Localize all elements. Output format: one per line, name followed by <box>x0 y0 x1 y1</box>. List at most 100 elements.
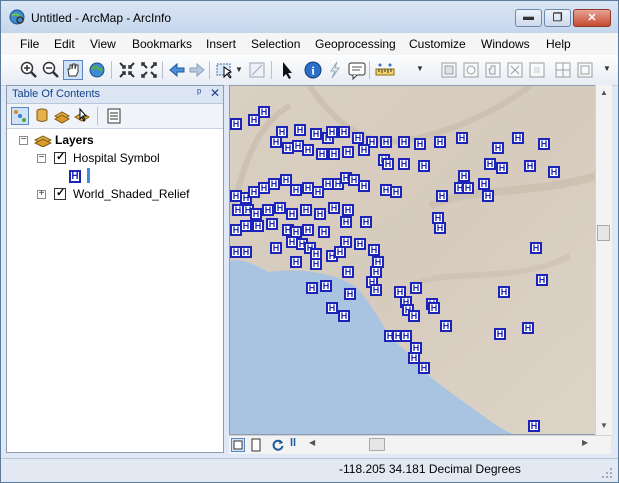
toc-tool-separator <box>97 107 98 125</box>
data-view-icon[interactable] <box>231 438 245 452</box>
vertical-scroll-thumb[interactable] <box>597 225 610 241</box>
list-by-source-icon[interactable] <box>33 107 51 125</box>
hospital-marker: H <box>434 222 446 234</box>
options-icon[interactable] <box>105 107 123 125</box>
scroll-up-arrow[interactable]: ▲ <box>600 88 608 97</box>
menu-view[interactable]: View <box>90 37 116 51</box>
hospital-marker: H <box>310 128 322 140</box>
close-button[interactable]: ✕ <box>573 9 611 27</box>
minimize-button[interactable]: ▬ <box>515 9 542 27</box>
back-extent-icon[interactable] <box>167 60 187 80</box>
scroll-right-arrow[interactable]: ▶ <box>582 438 588 447</box>
pin-icon[interactable]: ᵖ <box>197 87 201 99</box>
hospital-layer-expander[interactable]: − <box>37 152 46 163</box>
arcmap-globe-icon <box>9 9 25 25</box>
toolbar-overflow-arrow-2[interactable]: ▼ <box>603 64 611 73</box>
hospital-marker: H <box>462 182 474 194</box>
menu-customize[interactable]: Customize <box>409 37 466 51</box>
html-popup-icon[interactable] <box>347 60 367 80</box>
menu-geoprocessing[interactable]: Geoprocessing <box>315 37 396 51</box>
hospital-marker: H <box>538 138 550 150</box>
hospital-marker: H <box>456 132 468 144</box>
layout-zoom-icon[interactable] <box>461 60 481 80</box>
hospital-marker: H <box>248 114 260 126</box>
hospital-marker: H <box>294 124 306 136</box>
toc-close-icon[interactable]: ✕ <box>210 86 220 100</box>
hospital-marker: H <box>300 204 312 216</box>
toc-header: Table Of Contents ᵖ ✕ <box>7 86 223 104</box>
hospital-marker: H <box>266 218 278 230</box>
layout-view-icon[interactable] <box>249 438 263 452</box>
list-by-drawing-order-icon[interactable] <box>11 107 29 125</box>
hospital-marker: H <box>528 420 540 432</box>
hospital-marker: H <box>370 284 382 296</box>
scroll-left-arrow[interactable]: ◀ <box>309 438 315 447</box>
title-bar[interactable]: Untitled - ArcMap - ArcInfo ▬ ❐ ✕ <box>1 1 618 33</box>
menu-bookmarks[interactable]: Bookmarks <box>132 37 192 51</box>
select-features-icon[interactable] <box>215 60 235 80</box>
map-view[interactable]: HHHHHHHHHHHHHHHHHHHHHHHHHHHHHHHHHHHHHHHH… <box>229 85 611 435</box>
resize-grip-icon[interactable] <box>601 467 613 479</box>
menu-help[interactable]: Help <box>546 37 571 51</box>
pan-icon[interactable] <box>63 60 83 80</box>
hospital-marker: H <box>522 322 534 334</box>
zoom-out-icon[interactable] <box>41 60 61 80</box>
toolbar-overflow-arrow[interactable]: ▼ <box>416 64 424 73</box>
menu-windows[interactable]: Windows <box>481 37 530 51</box>
hospital-marker: H <box>344 288 356 300</box>
scroll-down-arrow[interactable]: ▼ <box>600 421 608 430</box>
hospital-marker: H <box>418 362 430 374</box>
list-by-selection-icon[interactable] <box>73 107 91 125</box>
hospital-marker: H <box>536 274 548 286</box>
layers-expander[interactable]: − <box>19 134 28 145</box>
layout-zoom-whole-icon[interactable] <box>553 60 573 80</box>
menu-file[interactable]: File <box>20 37 39 51</box>
zoom-in-icon[interactable] <box>19 60 39 80</box>
menu-insert[interactable]: Insert <box>206 37 236 51</box>
select-dropdown-arrow[interactable]: ▼ <box>235 65 243 74</box>
vertical-scrollbar[interactable]: ▲ ▼ <box>595 85 612 435</box>
layout-zoom-100-icon[interactable] <box>575 60 595 80</box>
forward-extent-icon[interactable] <box>187 60 207 80</box>
layout-page-icon[interactable] <box>527 60 547 80</box>
fixed-zoom-out-icon[interactable] <box>139 60 159 80</box>
menu-selection[interactable]: Selection <box>251 37 300 51</box>
text-cursor <box>87 168 90 183</box>
restore-icon: ❐ <box>552 12 563 24</box>
arcmap-window: Untitled - ArcMap - ArcInfo ▬ ❐ ✕ File E… <box>0 0 619 483</box>
hospital-marker: H <box>290 184 302 196</box>
toolbar-separator <box>111 61 112 79</box>
hospital-layer-checkbox[interactable]: ✓ <box>54 151 66 164</box>
table-of-contents-panel: Table Of Contents ᵖ ✕ − Layers − ✓ Hospi… <box>6 85 224 453</box>
hospital-marker: H <box>390 186 402 198</box>
menu-edit[interactable]: Edit <box>54 37 75 51</box>
hyperlink-icon[interactable] <box>325 60 345 80</box>
layout-extent-icon[interactable] <box>505 60 525 80</box>
measure-icon[interactable] <box>375 60 395 80</box>
hospital-marker: H <box>524 160 536 172</box>
horizontal-scroll-thumb[interactable] <box>369 438 385 451</box>
hospital-layer-label[interactable]: Hospital Symbol <box>73 151 160 165</box>
clear-selection-icon[interactable] <box>247 60 267 80</box>
layout-pan-icon[interactable] <box>483 60 503 80</box>
hospital-marker: H <box>314 208 326 220</box>
hospital-marker: H <box>320 280 332 292</box>
hospital-marker: H <box>410 282 422 294</box>
window-title: Untitled - ArcMap - ArcInfo <box>31 11 172 25</box>
layout-tool-icon[interactable] <box>439 60 459 80</box>
select-elements-icon[interactable] <box>277 60 297 80</box>
relief-layer-label[interactable]: World_Shaded_Relief <box>73 187 190 201</box>
layers-root-label[interactable]: Layers <box>55 133 94 147</box>
tools-toolbar: ▼ i ▼ ▼ <box>1 55 618 86</box>
full-extent-icon[interactable] <box>87 60 107 80</box>
list-by-visibility-icon[interactable] <box>53 107 71 125</box>
relief-layer-expander[interactable]: + <box>37 188 46 199</box>
refresh-icon[interactable] <box>271 438 285 452</box>
restore-button[interactable]: ❐ <box>544 9 571 27</box>
hospital-marker: H <box>338 310 350 322</box>
pause-drawing-icon[interactable]: ll <box>290 437 296 449</box>
fixed-zoom-in-icon[interactable] <box>117 60 137 80</box>
hospital-marker: H <box>270 242 282 254</box>
relief-layer-checkbox[interactable]: ✓ <box>54 187 66 200</box>
identify-icon[interactable]: i <box>303 60 323 80</box>
